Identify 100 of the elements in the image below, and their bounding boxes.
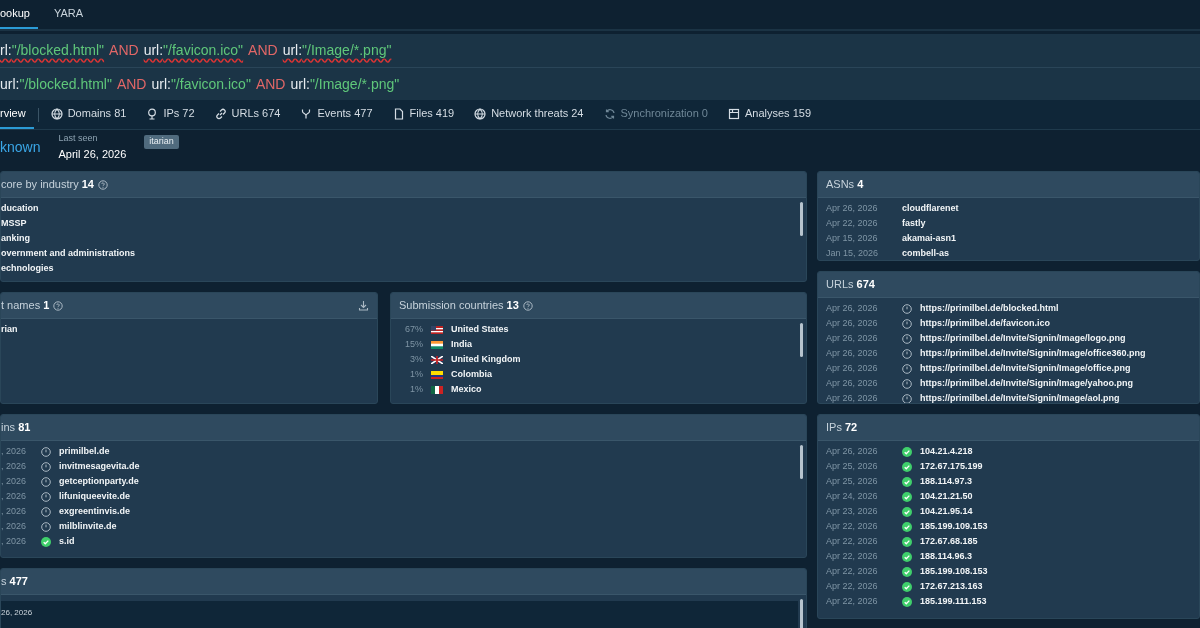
- list-item: anking: [1, 231, 30, 245]
- list-item: MSSP: [1, 216, 27, 230]
- date-text: , 2026: [1, 534, 28, 548]
- domain-name: primilbel.de: [59, 444, 110, 458]
- entry-text: 185.199.109.153: [920, 519, 988, 533]
- date-text: , 2026: [1, 444, 28, 458]
- tab[interactable]: Files 419: [384, 100, 463, 129]
- domain-name: lifuniqueevite.de: [59, 489, 130, 503]
- domain-name: exgreentinvis.de: [59, 504, 131, 518]
- panel-title: s 477: [1, 574, 28, 590]
- date-text: , 2026: [1, 519, 28, 533]
- percent-text: 15%: [404, 337, 423, 351]
- country-name: United States: [451, 322, 509, 336]
- date-text: Apr 26, 2026: [826, 376, 879, 390]
- date-text: Apr 22, 2026: [826, 216, 879, 230]
- entry-text: 172.67.213.163: [920, 579, 983, 593]
- tab[interactable]: Analyses 159: [719, 100, 819, 129]
- domain-name: getceptionparty.de: [59, 474, 139, 488]
- help-icon: [97, 179, 108, 190]
- file-icon: [392, 107, 405, 120]
- entry-text: 104.21.95.14: [920, 504, 973, 518]
- entry-text: 172.67.68.185: [920, 534, 978, 548]
- panel-title: URLs 674: [826, 277, 875, 293]
- entry-text: combell-as: [902, 246, 950, 260]
- percent-text: 67%: [404, 322, 423, 336]
- date-text: Apr 26, 2026: [826, 316, 879, 330]
- verdict-label: known: [0, 137, 41, 157]
- tab[interactable]: rview: [0, 100, 34, 129]
- entry-text: https://primilbel.de/Invite/Signin/Image/office360.png: [920, 346, 1146, 360]
- percent-text: 1%: [409, 382, 423, 396]
- date-text: 26, 2026: [1, 608, 33, 617]
- date-text: Apr 26, 2026: [826, 301, 879, 315]
- last-seen-label: Last seen: [58, 132, 99, 145]
- tab[interactable]: URLs 674: [206, 100, 289, 129]
- list-item: ducation: [1, 201, 39, 215]
- flag-icon: [431, 355, 443, 364]
- scrollbar[interactable]: [800, 323, 803, 357]
- date-text: Jan 15, 2026: [826, 246, 880, 260]
- last-seen-date: April 26, 2026: [58, 146, 127, 162]
- panel-title: ins 81: [1, 420, 31, 436]
- flag-icon: [431, 370, 443, 379]
- domain-name: s.id: [59, 534, 75, 548]
- entry-text: 104.21.21.50: [920, 489, 973, 503]
- scrollbar[interactable]: [800, 202, 803, 236]
- date-text: Apr 25, 2026: [826, 474, 879, 488]
- entry-text: cloudflarenet: [902, 201, 959, 215]
- country-name: Mexico: [451, 382, 482, 396]
- scrollbar[interactable]: [800, 445, 803, 479]
- date-text: Apr 22, 2026: [826, 549, 879, 563]
- list-item: echnologies: [1, 261, 54, 275]
- query-field[interactable]: rl:"/blocked.html" AND url:"/favicon.ico" AND url:"/Image/*.png": [0, 34, 1200, 67]
- date-text: Apr 26, 2026: [826, 444, 879, 458]
- entry-text: https://primilbel.de/Invite/Signin/Image/aol.png: [920, 391, 1120, 403]
- fork-icon: [300, 107, 313, 120]
- help-icon: [522, 300, 533, 311]
- tab[interactable]: IPs 72: [138, 100, 203, 129]
- tab[interactable]: ookup: [0, 0, 38, 29]
- flag-icon: [431, 325, 443, 334]
- entry-text: akamai-asn1: [902, 231, 957, 245]
- entry-text: 104.21.4.218: [920, 444, 973, 458]
- date-text: Apr 26, 2026: [826, 391, 879, 403]
- entry-text: https://primilbel.de/Invite/Signin/Image/logo.png: [920, 331, 1126, 345]
- country-name: United Kingdom: [451, 352, 521, 366]
- entry-text: https://primilbel.de/blocked.html: [920, 301, 1059, 315]
- panel-title: core by industry 14: [1, 177, 94, 193]
- date-text: Apr 26, 2026: [826, 346, 879, 360]
- date-text: , 2026: [1, 474, 28, 488]
- entry-text: 188.114.97.3: [920, 474, 973, 488]
- entry-text: https://primilbel.de/Invite/Signin/Image/office.png: [920, 361, 1131, 375]
- window-icon: [727, 107, 740, 120]
- date-text: , 2026: [1, 504, 28, 518]
- tab[interactable]: Events 477: [292, 100, 381, 129]
- panel-title: IPs 72: [826, 420, 858, 436]
- pin-icon: [146, 107, 159, 120]
- percent-text: 1%: [409, 367, 423, 381]
- date-text: Apr 22, 2026: [826, 534, 879, 548]
- date-text: , 2026: [1, 489, 28, 503]
- entry-text: https://primilbel.de/Invite/Signin/Image/yahoo.png: [920, 376, 1134, 390]
- globe-icon: [50, 107, 63, 120]
- panel-title: Submission countries 13: [399, 298, 519, 314]
- flag-icon: [431, 385, 443, 394]
- domain-name: invitmesagevita.de: [59, 459, 140, 473]
- date-text: Apr 22, 2026: [826, 564, 879, 578]
- country-name: Colombia: [451, 367, 492, 381]
- flag-icon: [431, 340, 443, 349]
- date-text: Apr 23, 2026: [826, 504, 879, 518]
- panel-title: ASNs 4: [826, 177, 864, 193]
- tab[interactable]: Network threats 24: [466, 100, 592, 129]
- entry-text: 188.114.96.3: [920, 549, 973, 563]
- tab[interactable]: YARA: [46, 0, 92, 29]
- date-text: Apr 24, 2026: [826, 489, 879, 503]
- sync-icon: [603, 107, 616, 120]
- tab[interactable]: Domains 81: [42, 100, 135, 129]
- date-text: Apr 26, 2026: [826, 361, 879, 375]
- date-text: Apr 25, 2026: [826, 459, 879, 473]
- scrollbar[interactable]: [800, 599, 803, 628]
- entry-text: 172.67.175.199: [920, 459, 983, 473]
- date-text: Apr 26, 2026: [826, 331, 879, 345]
- entry-text: 185.199.108.153: [920, 564, 988, 578]
- country-name: India: [451, 337, 472, 351]
